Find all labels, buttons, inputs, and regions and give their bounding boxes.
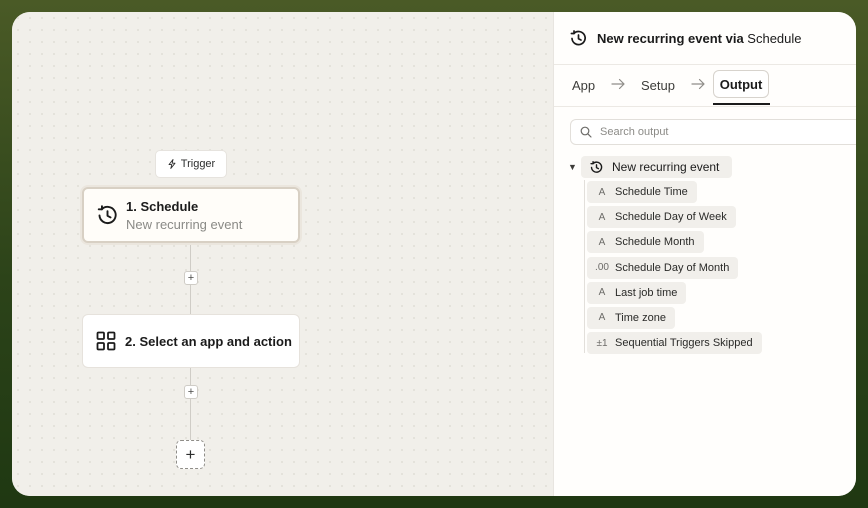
output-field-item[interactable]: A Last job time [587,281,687,304]
panel-title-event: New recurring event via [597,30,744,46]
output-field-label: Schedule Day of Month [615,261,730,274]
panel-title-app: Schedule [747,30,802,46]
tree-guide-line [584,180,585,353]
panel-title: New recurring event via Schedule [597,31,802,46]
integer-type-icon: ±1 [596,337,608,349]
collapse-caret-icon[interactable]: ▼ [568,162,577,172]
device-frame: Trigger 1. Schedule New recurring event … [0,0,868,508]
output-field-label: Last job time [615,286,678,299]
lightning-icon [168,159,176,169]
schedule-clock-icon [96,204,118,226]
output-field-item[interactable]: A Schedule Day of Week [587,206,736,229]
text-type-icon: A [598,236,606,248]
step-title: 1. Schedule [126,198,199,214]
schedule-clock-icon [570,29,587,47]
output-field-item[interactable]: A Time zone [587,306,675,329]
text-type-icon: A [598,287,606,299]
text-type-icon: A [598,312,606,324]
trigger-label: Trigger [180,158,216,170]
arrow-right-icon [691,78,705,90]
step-title: 2. Select an app and action [125,333,292,349]
output-tree-root[interactable]: New recurring event [581,156,732,178]
step-tabs: App Setup Output [554,64,856,107]
output-field-item[interactable]: ±1 Sequential Triggers Skipped [587,332,762,355]
search-icon [580,126,592,138]
add-final-step-button[interactable]: + [176,440,205,469]
step-card-select-app[interactable]: 2. Select an app and action [82,314,300,368]
search-output-input[interactable] [600,126,820,138]
number-type-icon: .00 [595,262,609,274]
arrow-right-icon [611,78,625,90]
app-screen: Trigger 1. Schedule New recurring event … [12,12,856,496]
trigger-badge: Trigger [155,150,227,178]
text-type-icon: A [598,211,606,223]
step-details-panel: New recurring event via Schedule App Set… [553,12,856,496]
output-field-item[interactable]: A Schedule Time [587,181,697,203]
schedule-clock-icon [590,160,603,174]
output-field-list: A Schedule Time A Schedule Day of Week A… [587,181,762,357]
output-field-label: Time zone [615,311,666,324]
output-field-item[interactable]: A Schedule Month [587,231,704,254]
output-tree-root-label: New recurring event [612,160,720,174]
apps-grid-icon [95,330,117,352]
text-type-icon: A [598,186,606,198]
tab-app[interactable]: App [572,64,595,106]
output-field-item[interactable]: .00 Schedule Day of Month [587,256,739,279]
output-field-label: Sequential Triggers Skipped [615,337,753,350]
panel-header: New recurring event via Schedule [554,12,856,65]
step-card-schedule[interactable]: 1. Schedule New recurring event [82,187,300,243]
output-field-label: Schedule Time [615,186,688,198]
add-step-button[interactable]: + [184,271,198,285]
tab-setup[interactable]: Setup [641,64,675,106]
step-subtitle: New recurring event [126,216,243,232]
active-tab-indicator [713,103,770,105]
tab-output[interactable]: Output [713,70,769,98]
workflow-canvas[interactable]: Trigger 1. Schedule New recurring event … [12,12,553,496]
output-field-label: Schedule Month [615,236,695,249]
search-output-field[interactable] [570,119,856,145]
output-field-label: Schedule Day of Week [615,211,727,224]
connector-line [190,367,191,442]
add-step-button[interactable]: + [184,385,198,399]
